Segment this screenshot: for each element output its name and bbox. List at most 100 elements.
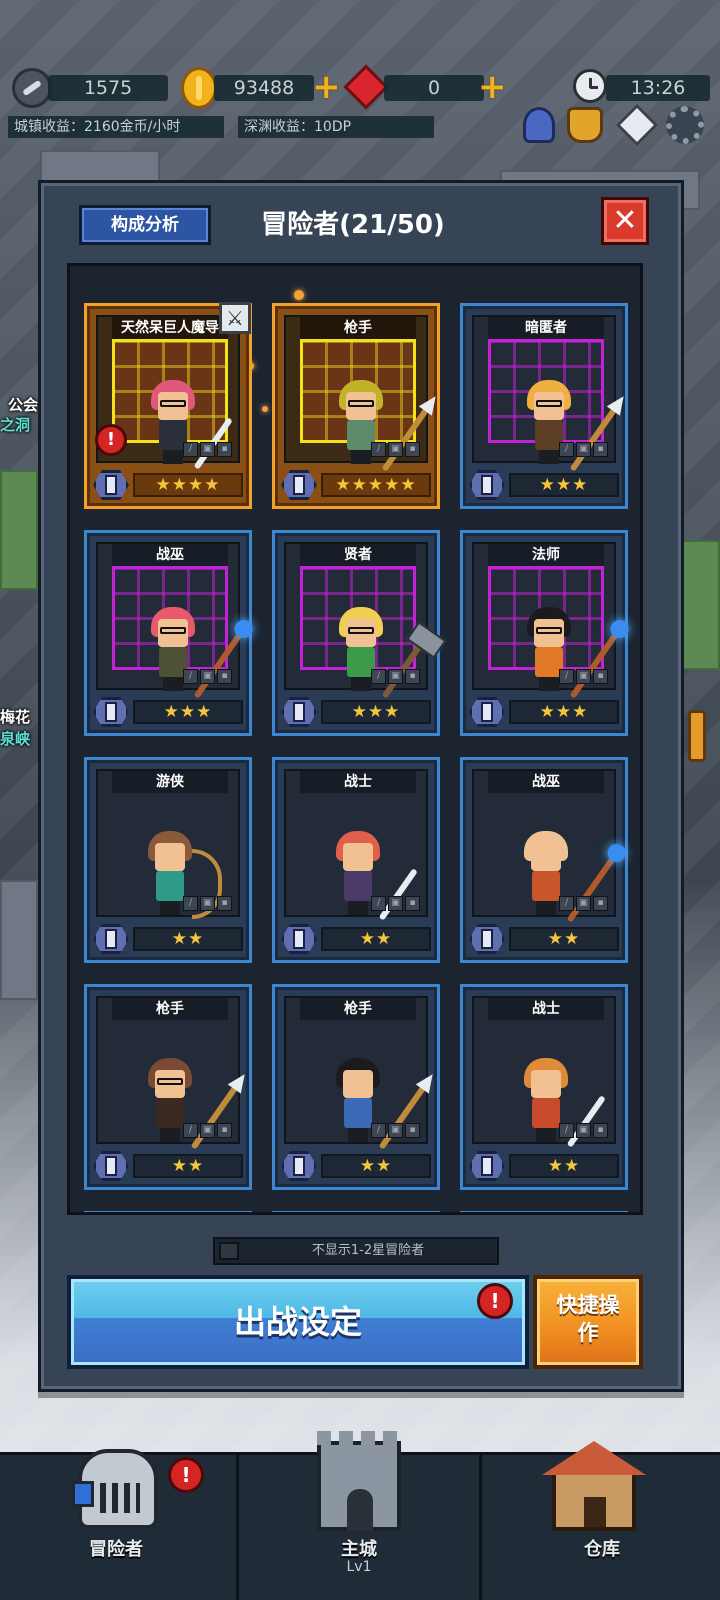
armor-slot-icon: ▣: [388, 896, 403, 911]
adventurer-card[interactable]: 贤者 / ▣ ▪ ★★★: [272, 530, 440, 736]
resource-bar: 1575 93488 + 0 + 13:26: [0, 66, 720, 109]
compass-icon[interactable]: [618, 106, 656, 144]
quest-icon[interactable]: [520, 106, 558, 144]
card-portrait-area: 战巫 / ▣ ▪: [96, 542, 243, 699]
adventurer-card-partial[interactable]: [272, 1211, 440, 1212]
clock-icon: [573, 69, 607, 103]
weapon-slot-icon: /: [371, 669, 386, 684]
card-footer: ★★: [469, 924, 619, 954]
trophy-icon[interactable]: [566, 106, 604, 144]
rank-hex-icon: [281, 924, 317, 954]
star-rating: ★★: [509, 1154, 619, 1178]
adventurer-card-partial[interactable]: [460, 1211, 628, 1212]
sortie-setup-button[interactable]: 出战设定: [67, 1275, 529, 1369]
sparkle-effect: [262, 406, 268, 412]
staff-icon: [193, 633, 243, 699]
bottom-navigation: ! 冒险者 主城 Lv1 仓库: [0, 1431, 720, 1600]
knight-helmet-icon: [72, 1449, 158, 1529]
alert-badge-icon: !: [95, 424, 127, 456]
card-portrait-area: 战巫 / ▣ ▪: [472, 769, 616, 923]
adventurer-list[interactable]: 天然呆巨人魔导 / ▣ ▪ ⚔ ! ★★★★ 枪手 / ▣ ▪ ★★★★★ 暗匿…: [67, 263, 643, 1215]
rank-hex-icon: [469, 470, 505, 500]
gear-icon[interactable]: [666, 106, 704, 144]
class-label: 战士: [300, 771, 416, 793]
portrait-frame: [112, 339, 233, 470]
adventurer-card[interactable]: 枪手 / ▣ ▪ ★★: [272, 984, 440, 1190]
armor-slot-icon: ▣: [200, 669, 215, 684]
nav-adventurers[interactable]: ! 冒险者: [0, 1449, 232, 1600]
adventurer-card[interactable]: 暗匿者 / ▣ ▪ ★★★: [460, 303, 628, 509]
staff-icon: [569, 633, 619, 699]
add-gold-icon[interactable]: +: [312, 70, 341, 104]
rank-hex-icon: [281, 697, 317, 727]
adventurer-card[interactable]: 战士 / ▣ ▪ ★★: [272, 757, 440, 963]
card-portrait-area: 战士 / ▣ ▪: [472, 996, 616, 1148]
adventurer-card[interactable]: 战士 / ▣ ▪ ★★: [460, 984, 628, 1190]
accessory-slot-icon: ▪: [405, 1123, 420, 1138]
nav-main-city[interactable]: 主城 Lv1: [236, 1431, 482, 1600]
armor-slot-icon: ▣: [576, 669, 591, 684]
equipment-icons: / ▣ ▪: [559, 1123, 608, 1138]
rank-hex-icon: [469, 1151, 505, 1181]
castle-icon: [317, 1431, 401, 1531]
weapon-slot-icon: /: [371, 896, 386, 911]
armor-slot-icon: ▣: [388, 1123, 403, 1138]
emblem-icon: [12, 68, 52, 108]
armor-slot-icon: ▣: [200, 896, 215, 911]
hide-low-star-toggle[interactable]: 不显示1-2星冒险者: [213, 1237, 499, 1265]
accessory-slot-icon: ▪: [217, 442, 232, 457]
equipment-icons: / ▣ ▪: [559, 442, 608, 457]
star-rating: ★★: [133, 927, 243, 951]
adventurer-card[interactable]: 战巫 / ▣ ▪ ★★: [460, 757, 628, 963]
nav-label: 仓库: [584, 1539, 620, 1560]
nav-label: 冒险者: [89, 1539, 143, 1560]
star-rating: ★★: [509, 927, 619, 951]
card-footer: ★★★: [93, 697, 243, 727]
card-portrait-area: 贤者 / ▣ ▪: [284, 542, 431, 699]
income-row: 城镇收益：2160金币/小时 深渊收益：10DP: [0, 116, 500, 138]
warehouse-house-icon: [542, 1441, 646, 1531]
class-label: 暗匿者: [488, 317, 604, 339]
spear-icon: [569, 406, 619, 472]
card-portrait-area: 枪手 / ▣ ▪: [284, 315, 431, 472]
adventurer-card[interactable]: 枪手 / ▣ ▪ ★★★★★: [272, 303, 440, 509]
portrait-frame: [300, 566, 431, 699]
accessory-slot-icon: ▪: [405, 442, 420, 457]
nav-level: Lv1: [346, 1559, 372, 1575]
rank-hex-icon: [469, 924, 505, 954]
side-alert-icon[interactable]: [688, 710, 706, 762]
adventurer-card[interactable]: 战巫 / ▣ ▪ ★★★: [84, 530, 252, 736]
checkbox[interactable]: [219, 1242, 239, 1260]
accessory-slot-icon: ▪: [405, 896, 420, 911]
portrait-frame: [300, 339, 431, 472]
accessory-slot-icon: ▪: [217, 896, 232, 911]
rank-hex-icon: [469, 697, 505, 727]
weapon-slot-icon: /: [559, 442, 574, 457]
portrait-frame: [488, 339, 619, 472]
adventurer-card-partial[interactable]: [84, 1211, 252, 1212]
adventurer-card[interactable]: 法师 / ▣ ▪ ★★★: [460, 530, 628, 736]
sparkle-effect: [294, 290, 304, 300]
card-portrait-area: 法师 / ▣ ▪: [472, 542, 619, 699]
quick-action-button[interactable]: 快捷操作: [533, 1275, 643, 1369]
adventurer-card[interactable]: 游侠 / ▣ ▪ ★★: [84, 757, 252, 963]
weapon-slot-icon: /: [183, 1123, 198, 1138]
card-footer: ★★★: [469, 470, 619, 500]
close-button[interactable]: ✕: [601, 197, 649, 245]
class-label: 枪手: [300, 998, 416, 1020]
rank-hex-icon: [93, 470, 129, 500]
armor-slot-icon: ▣: [576, 1123, 591, 1138]
armor-slot-icon: ▣: [200, 442, 215, 457]
add-gem-icon[interactable]: +: [478, 70, 507, 104]
adventurer-card[interactable]: 天然呆巨人魔导 / ▣ ▪ ⚔ ! ★★★★: [84, 302, 252, 509]
analysis-button[interactable]: 构成分析: [79, 205, 211, 245]
card-footer: ★★★★★: [281, 470, 431, 500]
class-label: 贤者: [300, 544, 416, 566]
adventurer-card[interactable]: 枪手 / ▣ ▪ ★★: [84, 984, 252, 1190]
background-label: 之洞: [0, 416, 31, 434]
class-label: 战巫: [112, 544, 228, 566]
class-label: 战士: [488, 998, 604, 1020]
equipment-icons: / ▣ ▪: [371, 896, 420, 911]
card-portrait-area: 枪手 / ▣ ▪: [96, 996, 240, 1150]
nav-warehouse[interactable]: 仓库: [486, 1441, 718, 1600]
